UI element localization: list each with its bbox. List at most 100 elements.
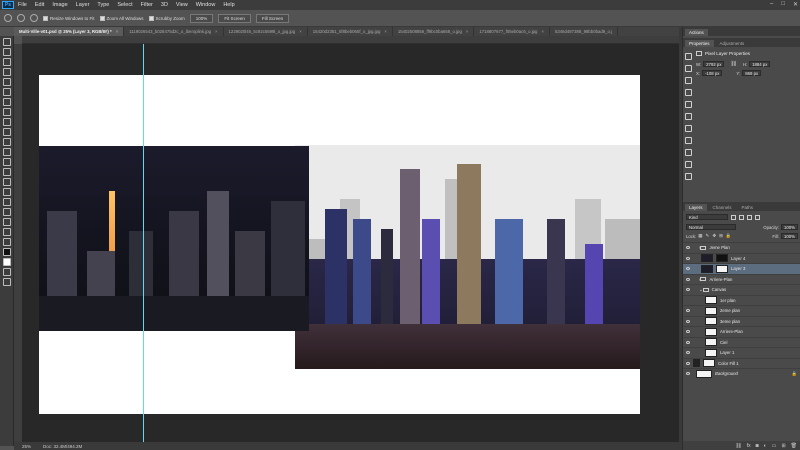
filter-adjustment-icon[interactable] — [739, 214, 744, 220]
menu-type[interactable]: Type — [97, 2, 109, 8]
y-field[interactable]: 869 px — [742, 70, 762, 76]
link-layers-icon[interactable]: ⛓ — [735, 443, 741, 449]
menu-window[interactable]: Window — [196, 2, 216, 8]
eyedropper-tool-icon[interactable] — [3, 88, 11, 96]
eye-icon[interactable] — [686, 340, 690, 344]
eye-icon[interactable] — [686, 288, 690, 292]
layer-row[interactable]: › Jeme Plan — [683, 242, 800, 253]
crop-tool-icon[interactable] — [3, 78, 11, 86]
layer-row[interactable]: › Arriere-Plan — [683, 273, 800, 285]
layer-row[interactable]: Arriere-Plan — [683, 326, 800, 337]
eye-icon[interactable] — [686, 319, 690, 323]
close-button[interactable]: ✕ — [793, 1, 798, 8]
history-brush-tool-icon[interactable] — [3, 128, 11, 136]
gradient-tool-icon[interactable] — [3, 148, 11, 156]
layer-filter-kind[interactable]: Kind — [686, 214, 728, 220]
swatches-panel-icon[interactable] — [684, 65, 692, 72]
layer-row[interactable]: Layer 4 — [683, 252, 800, 264]
layer-row[interactable]: 2eme plan — [683, 305, 800, 316]
eye-hidden-icon[interactable] — [686, 299, 690, 302]
type-tool-icon[interactable] — [3, 188, 11, 196]
close-icon[interactable]: × — [299, 29, 302, 34]
new-group-icon[interactable]: ▭ — [772, 443, 777, 449]
eye-icon[interactable] — [686, 351, 690, 355]
quick-select-tool-icon[interactable] — [3, 68, 11, 76]
close-icon[interactable]: × — [541, 29, 544, 34]
document-tab[interactable]: 1229020l45_5c92c5699l_o_jpg.jpg × — [224, 27, 308, 36]
layer-mask-thumbnail[interactable] — [716, 264, 728, 273]
layer-row[interactable]: Color Fill 1 — [683, 357, 800, 369]
marquee-tool-icon[interactable] — [3, 48, 11, 56]
resize-windows-option[interactable]: Resize Windows to Fit — [43, 15, 95, 21]
menu-3d[interactable]: 3D — [161, 2, 168, 8]
paragraph-panel-icon[interactable] — [684, 125, 692, 132]
lasso-tool-icon[interactable] — [3, 58, 11, 66]
document-tab[interactable]: Multi-Ville-v01.psd @ 25% (Layer 3, RGB/… — [14, 27, 125, 36]
link-icon[interactable]: ⛓ — [730, 61, 736, 67]
filter-shape-icon[interactable] — [755, 214, 760, 220]
opacity-field[interactable]: 100% — [781, 224, 798, 230]
document-tab[interactable]: 5346d487388_98bb0bad9_o.j — [550, 27, 619, 36]
eye-icon[interactable] — [686, 256, 690, 260]
layer-row[interactable]: Layer 1 — [683, 347, 800, 358]
zoom-100-button[interactable]: 100% — [189, 13, 214, 23]
tab-paths[interactable]: Paths — [738, 204, 758, 211]
filter-type-icon[interactable] — [747, 214, 752, 220]
lock-icons[interactable]: ▦ ✎ ✥ ⊞ 🔒 — [698, 233, 732, 239]
adjustment-layer-icon[interactable]: ◐ — [764, 443, 767, 449]
zoom-tool-icon[interactable] — [4, 14, 12, 22]
zoom-tool-icon[interactable] — [3, 228, 11, 236]
document-tab[interactable]: 1718807677_f05eb0ac6_o.jpg × — [474, 27, 550, 36]
layer-row-selected[interactable]: Layer 3 — [683, 263, 800, 274]
close-icon[interactable]: × — [116, 29, 119, 34]
move-tool-icon[interactable] — [3, 38, 11, 46]
styles-panel-icon[interactable] — [684, 77, 692, 84]
eye-icon[interactable] — [686, 267, 690, 271]
menu-edit[interactable]: Edit — [35, 2, 44, 8]
document-canvas[interactable] — [39, 75, 640, 414]
extra-tools-icon[interactable] — [3, 238, 11, 246]
eye-icon[interactable] — [686, 309, 690, 313]
hand-tool-icon[interactable] — [3, 218, 11, 226]
color-panel-icon[interactable] — [684, 53, 692, 60]
menu-help[interactable]: Help — [223, 2, 234, 8]
menu-image[interactable]: Image — [52, 2, 67, 8]
eye-icon[interactable] — [686, 330, 690, 334]
new-layer-icon[interactable]: ⊞ — [781, 443, 785, 449]
layer-row[interactable]: 3eme plan — [683, 315, 800, 327]
eye-icon[interactable] — [686, 372, 690, 376]
brush-panel-icon[interactable] — [684, 101, 692, 108]
menu-view[interactable]: View — [176, 2, 188, 8]
eye-icon[interactable] — [686, 361, 690, 365]
clone-source-panel-icon[interactable] — [684, 137, 692, 144]
history-panel-icon[interactable] — [684, 89, 692, 96]
vertical-guide[interactable] — [143, 44, 144, 442]
layer-mask-thumbnail[interactable] — [703, 359, 715, 368]
minimize-button[interactable]: – — [770, 1, 773, 8]
zoom-out-icon[interactable] — [30, 14, 38, 22]
menu-layer[interactable]: Layer — [76, 2, 90, 8]
healing-brush-tool-icon[interactable] — [3, 98, 11, 106]
tab-channels[interactable]: Channels — [709, 204, 736, 211]
layer-row[interactable]: Background 🔒 — [683, 368, 800, 379]
menu-filter[interactable]: Filter — [141, 2, 153, 8]
zoom-all-option[interactable]: Zoom All Windows — [99, 15, 144, 21]
height-field[interactable]: 1884 px — [749, 61, 771, 67]
tab-layers[interactable]: Layers — [685, 204, 707, 211]
background-color-swatch[interactable] — [3, 258, 11, 266]
document-size[interactable]: Doc: 32.4M/494.2M — [43, 444, 82, 449]
layer-row[interactable]: ⌄ Canvas — [683, 284, 800, 295]
layer-mask-thumbnail[interactable] — [716, 254, 728, 263]
dodge-tool-icon[interactable] — [3, 168, 11, 176]
fill-field[interactable]: 100% — [781, 233, 798, 239]
tab-actions[interactable]: Actions — [685, 29, 708, 36]
horizontal-ruler[interactable] — [22, 36, 682, 44]
document-tab[interactable]: 15402508856_ff9bc0ba658_o.jpg × — [393, 27, 475, 36]
character-panel-icon[interactable] — [684, 113, 692, 120]
foreground-color-swatch[interactable] — [3, 248, 11, 256]
filter-pixel-icon[interactable] — [731, 214, 736, 220]
clone-stamp-tool-icon[interactable] — [3, 118, 11, 126]
document-tab[interactable]: 1119026543_b028475d2c_o_iberoplink.jpg × — [124, 27, 224, 36]
close-icon[interactable]: × — [466, 29, 469, 34]
pen-tool-icon[interactable] — [3, 178, 11, 186]
